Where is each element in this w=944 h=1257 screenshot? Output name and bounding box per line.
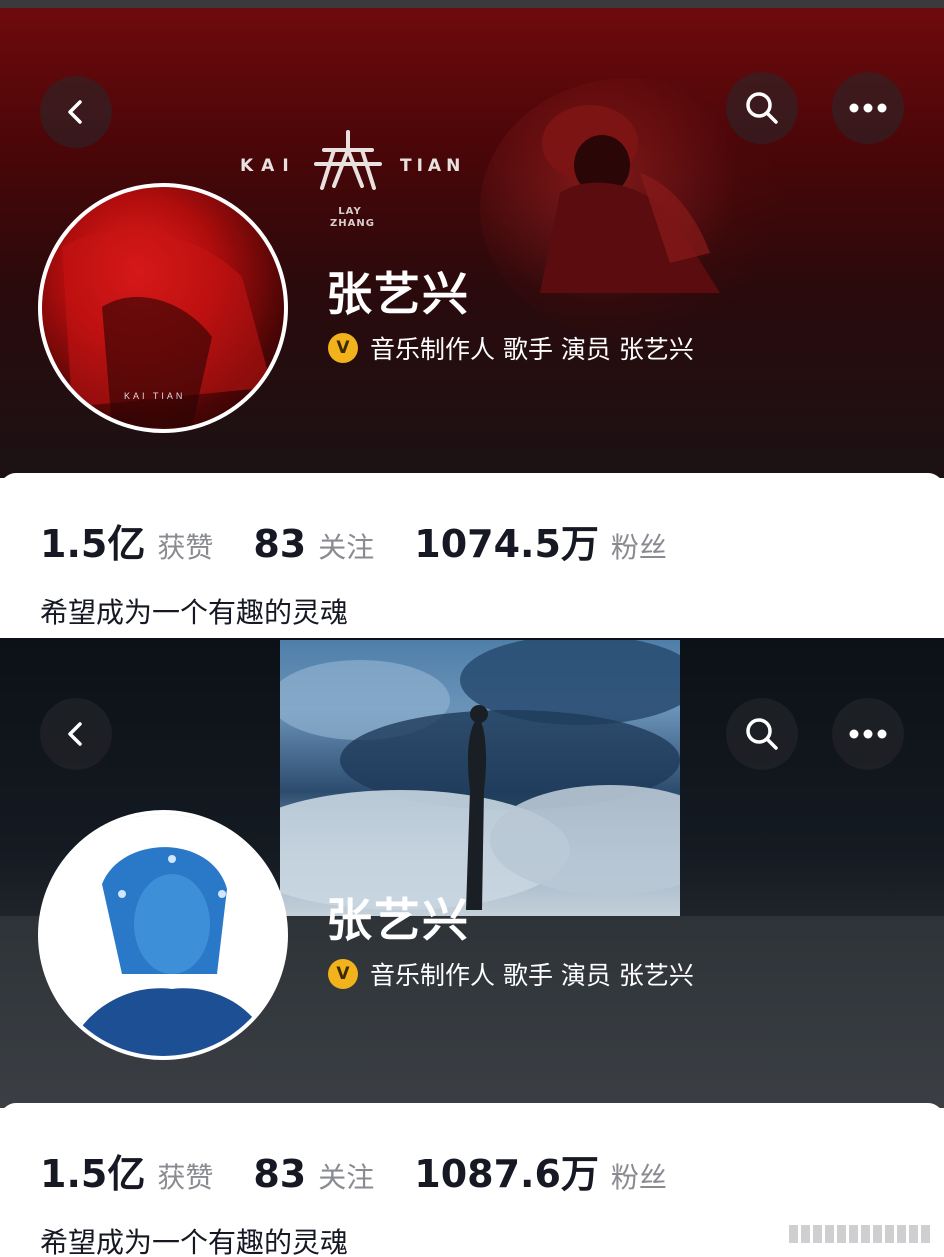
followers-label[interactable]: 粉丝 (611, 1156, 667, 1196)
verified-badge-icon: V (328, 959, 358, 989)
following-count[interactable]: 83 (253, 522, 306, 566)
avatar[interactable]: KAI TIAN (38, 183, 288, 433)
profile-name: 张艺兴 (326, 267, 470, 321)
chevron-left-icon (68, 100, 82, 124)
profile-stats-card: 1.5亿 获赞 83 关注 1074.5万 粉丝 希望成为一个有趣的灵魂 (0, 473, 944, 638)
likes-label: 获赞 (157, 1161, 214, 1194)
back-button[interactable] (40, 76, 112, 148)
verified-badge-icon: V (328, 333, 358, 363)
banner-cloud-image (280, 640, 680, 916)
more-button[interactable] (832, 698, 904, 770)
search-button[interactable] (726, 72, 798, 144)
verification-text: 音乐制作人 歌手 演员 张艺兴 (370, 335, 694, 364)
more-dots-icon (849, 729, 887, 739)
avatar[interactable] (38, 810, 288, 1060)
followers-count[interactable]: 1087.6万 (414, 1143, 599, 1198)
profile-name: 张艺兴 (326, 893, 470, 947)
profile-screenshot-1: KAI TIAN LAY ZHANG KAI TIAN 张艺兴 V 音乐制作人 … (0, 8, 944, 638)
back-button[interactable] (40, 698, 112, 770)
cloud-scene (280, 640, 680, 910)
avatar-image: KAI TIAN (62, 230, 272, 427)
more-dots-icon (849, 103, 887, 113)
search-button[interactable] (726, 698, 798, 770)
stats-row: 1.5亿 获赞 83 关注 1074.5万 粉丝 (40, 513, 707, 568)
chevron-left-icon (68, 722, 82, 746)
search-icon (746, 92, 778, 124)
following-label[interactable]: 关注 (318, 526, 374, 566)
more-button[interactable] (832, 72, 904, 144)
profile-bio: 希望成为一个有趣的灵魂 (40, 596, 349, 629)
search-icon (746, 718, 778, 750)
avatar-image (42, 814, 284, 1056)
profile-bio: 希望成为一个有趣的灵魂 (40, 1226, 349, 1257)
verification-text: 音乐制作人 歌手 演员 张艺兴 (370, 961, 694, 990)
likes-count: 1.5亿 (40, 1152, 146, 1196)
kaitian-logo-mark (314, 130, 382, 190)
verification-info: V 音乐制作人 歌手 演员 张艺兴 (328, 330, 694, 366)
banner-logo-sub: LAY ZHANG (330, 206, 375, 229)
banner-figure-image (540, 105, 720, 293)
status-bar (0, 0, 944, 8)
svg-text:KAI TIAN: KAI TIAN (124, 391, 185, 401)
verification-info: V 音乐制作人 歌手 演员 张艺兴 (328, 956, 694, 992)
following-label[interactable]: 关注 (318, 1156, 374, 1196)
followers-count[interactable]: 1074.5万 (414, 513, 599, 568)
watermark (789, 1225, 930, 1243)
following-count[interactable]: 83 (253, 1152, 306, 1196)
banner-logo-left: KAI (240, 156, 297, 176)
likes-label: 获赞 (157, 531, 214, 564)
stats-row: 1.5亿 获赞 83 关注 1087.6万 粉丝 (40, 1143, 707, 1198)
profile-screenshot-2: 张艺兴 V 音乐制作人 歌手 演员 张艺兴 1.5亿 获赞 83 关注 1087… (0, 638, 944, 1257)
likes-count: 1.5亿 (40, 522, 146, 566)
followers-label[interactable]: 粉丝 (611, 526, 667, 566)
banner-logo-right: TIAN (400, 156, 466, 176)
